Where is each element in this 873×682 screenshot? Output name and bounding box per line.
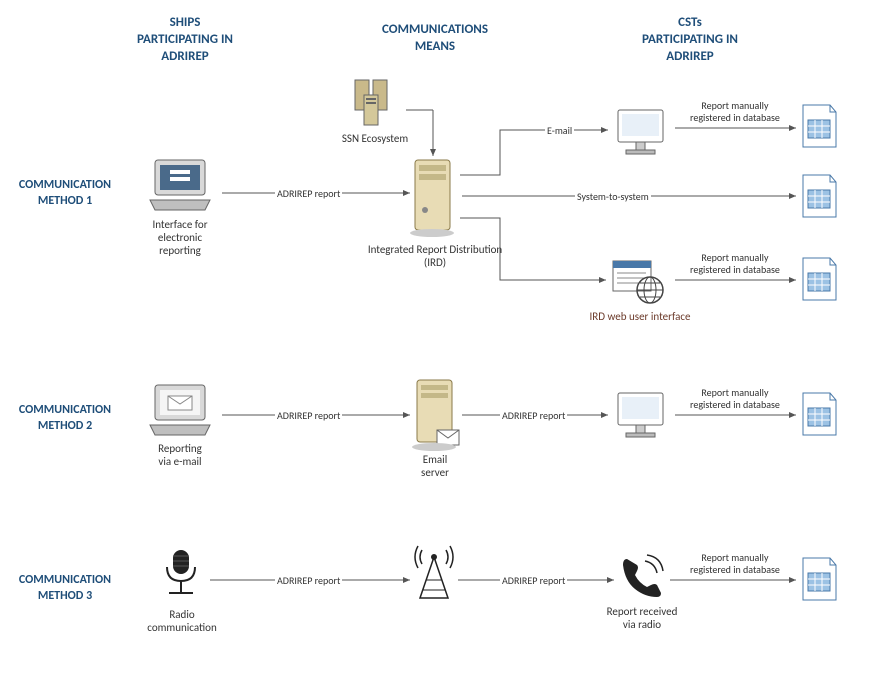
method-2-text: COMMUNICATIONMETHOD 2 [19, 403, 111, 433]
header-ships-text: SHIPSPARTICIPATING INADRIREP [137, 15, 233, 64]
database-icon-1b [798, 172, 840, 223]
reporting-email-label: Reportingvia e-mail [140, 442, 220, 468]
laptop-interface-icon [140, 155, 220, 218]
email-server-label: Emailserver [400, 453, 470, 479]
method-3-text: COMMUNICATIONMETHOD 3 [19, 573, 111, 603]
edge-email: E-mail [545, 124, 574, 137]
method-1-text: COMMUNICATIONMETHOD 1 [19, 178, 111, 208]
email-server-icon [407, 375, 462, 458]
edge-m3-report-b: ADRIREP report [500, 574, 567, 587]
phone-icon [617, 553, 667, 606]
edge-manual-1a: Report manuallyregistered in database [688, 100, 782, 123]
database-icon-1c [798, 255, 840, 306]
edge-manual-3: Report manuallyregistered in database [688, 552, 782, 575]
laptop-email-icon [140, 380, 220, 443]
microphone-icon [153, 545, 208, 608]
ird-web-icon [608, 258, 673, 311]
database-icon-1a [798, 102, 840, 153]
radio-comm-label: Radiocommunication [132, 608, 232, 634]
edge-m1-report: ADRIREP report [275, 187, 342, 200]
method-1-label: COMMUNICATIONMETHOD 1 [5, 178, 125, 209]
header-csts: CSTsPARTICIPATING INADRIREP [620, 15, 760, 66]
desktop-m2-icon [608, 388, 673, 446]
database-icon-2 [798, 390, 840, 441]
ird-server-icon [405, 155, 460, 243]
header-ships: SHIPSPARTICIPATING INADRIREP [115, 15, 255, 66]
method-2-label: COMMUNICATIONMETHOD 2 [5, 403, 125, 434]
report-radio-label: Report receivedvia radio [592, 605, 692, 631]
ird-label: Integrated Report Distribution(IRD) [345, 243, 525, 269]
ird-web-label: IRD web user interface [575, 310, 705, 323]
header-comms-text: COMMUNICATIONSMEANS [382, 22, 488, 54]
header-csts-text: CSTsPARTICIPATING INADRIREP [642, 15, 738, 64]
radio-tower-icon [412, 540, 457, 605]
database-icon-3 [798, 555, 840, 606]
ssn-label: SSN Ecosystem [330, 132, 420, 145]
edge-system: System-to-system [575, 190, 651, 203]
method-3-label: COMMUNICATIONMETHOD 3 [5, 573, 125, 604]
desktop-email-icon [608, 105, 673, 163]
edge-m3-report-a: ADRIREP report [275, 574, 342, 587]
header-comms: COMMUNICATIONSMEANS [350, 22, 520, 56]
interface-reporting-label: Interface forelectronicreporting [140, 218, 220, 258]
edge-manual-1c: Report manuallyregistered in database [688, 252, 782, 275]
edge-manual-2: Report manuallyregistered in database [688, 387, 782, 410]
edge-m2-report-a: ADRIREP report [275, 409, 342, 422]
ssn-servers-icon [345, 75, 405, 133]
edge-m2-report-b: ADRIREP report [500, 409, 567, 422]
